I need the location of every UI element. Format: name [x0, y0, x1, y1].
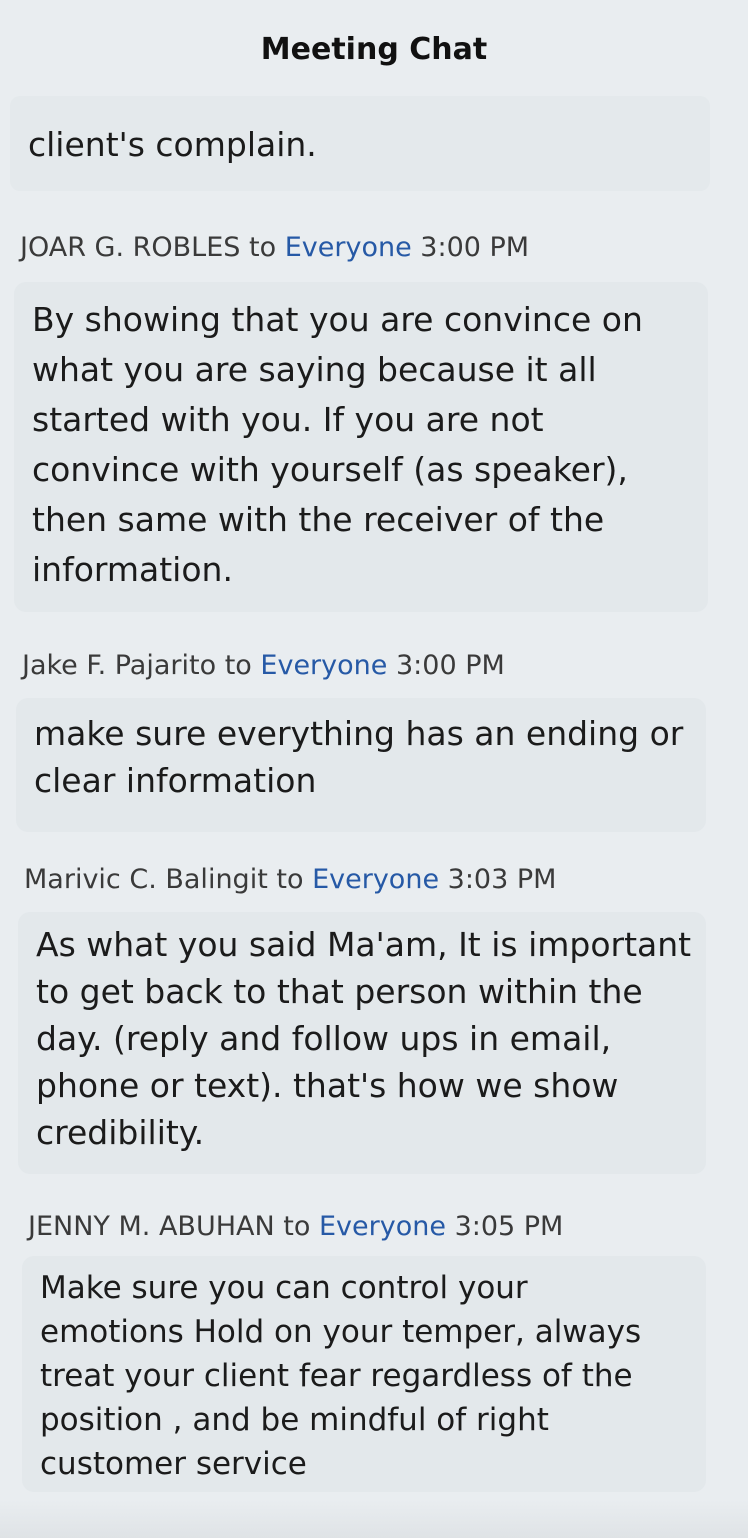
- message-meta: JENNY M. ABUHAN to Everyone 3:05 PM: [28, 1211, 563, 1242]
- recipient-everyone[interactable]: Everyone: [312, 864, 439, 895]
- message-text: As what you said Ma'am, It is important …: [36, 925, 692, 1152]
- message-time: 3:00 PM: [395, 650, 505, 681]
- sender-name: Marivic C. Balingit: [24, 864, 268, 895]
- recipient-everyone[interactable]: Everyone: [260, 650, 387, 681]
- sender-name: Jake F. Pajarito: [22, 650, 217, 681]
- sender-name: JENNY M. ABUHAN: [28, 1211, 275, 1242]
- page-title: Meeting Chat: [260, 32, 488, 67]
- message-time: 3:05 PM: [454, 1211, 564, 1242]
- message-meta: Jake F. Pajarito to Everyone 3:00 PM: [22, 650, 505, 681]
- to-label: to: [283, 1211, 311, 1242]
- to-label: to: [224, 650, 252, 681]
- message-meta: Marivic C. Balingit to Everyone 3:03 PM: [24, 864, 556, 895]
- recipient-everyone[interactable]: Everyone: [319, 1211, 446, 1242]
- message-time: 3:03 PM: [447, 864, 557, 895]
- message-time: 3:00 PM: [420, 232, 530, 263]
- to-label: to: [276, 864, 304, 895]
- recipient-everyone[interactable]: Everyone: [285, 232, 412, 263]
- to-label: to: [249, 232, 277, 263]
- message-meta: JOAR G. ROBLES to Everyone 3:00 PM: [20, 232, 529, 263]
- sender-name: JOAR G. ROBLES: [20, 232, 241, 263]
- chat-message-text-partial: client's complain.: [28, 125, 317, 164]
- message-text: Make sure you can control your emotions …: [40, 1270, 642, 1482]
- message-text: make sure everything has an ending or cl…: [34, 714, 684, 800]
- chat-scroll-edge: [0, 1500, 748, 1538]
- message-text: By showing that you are convince on what…: [32, 300, 643, 589]
